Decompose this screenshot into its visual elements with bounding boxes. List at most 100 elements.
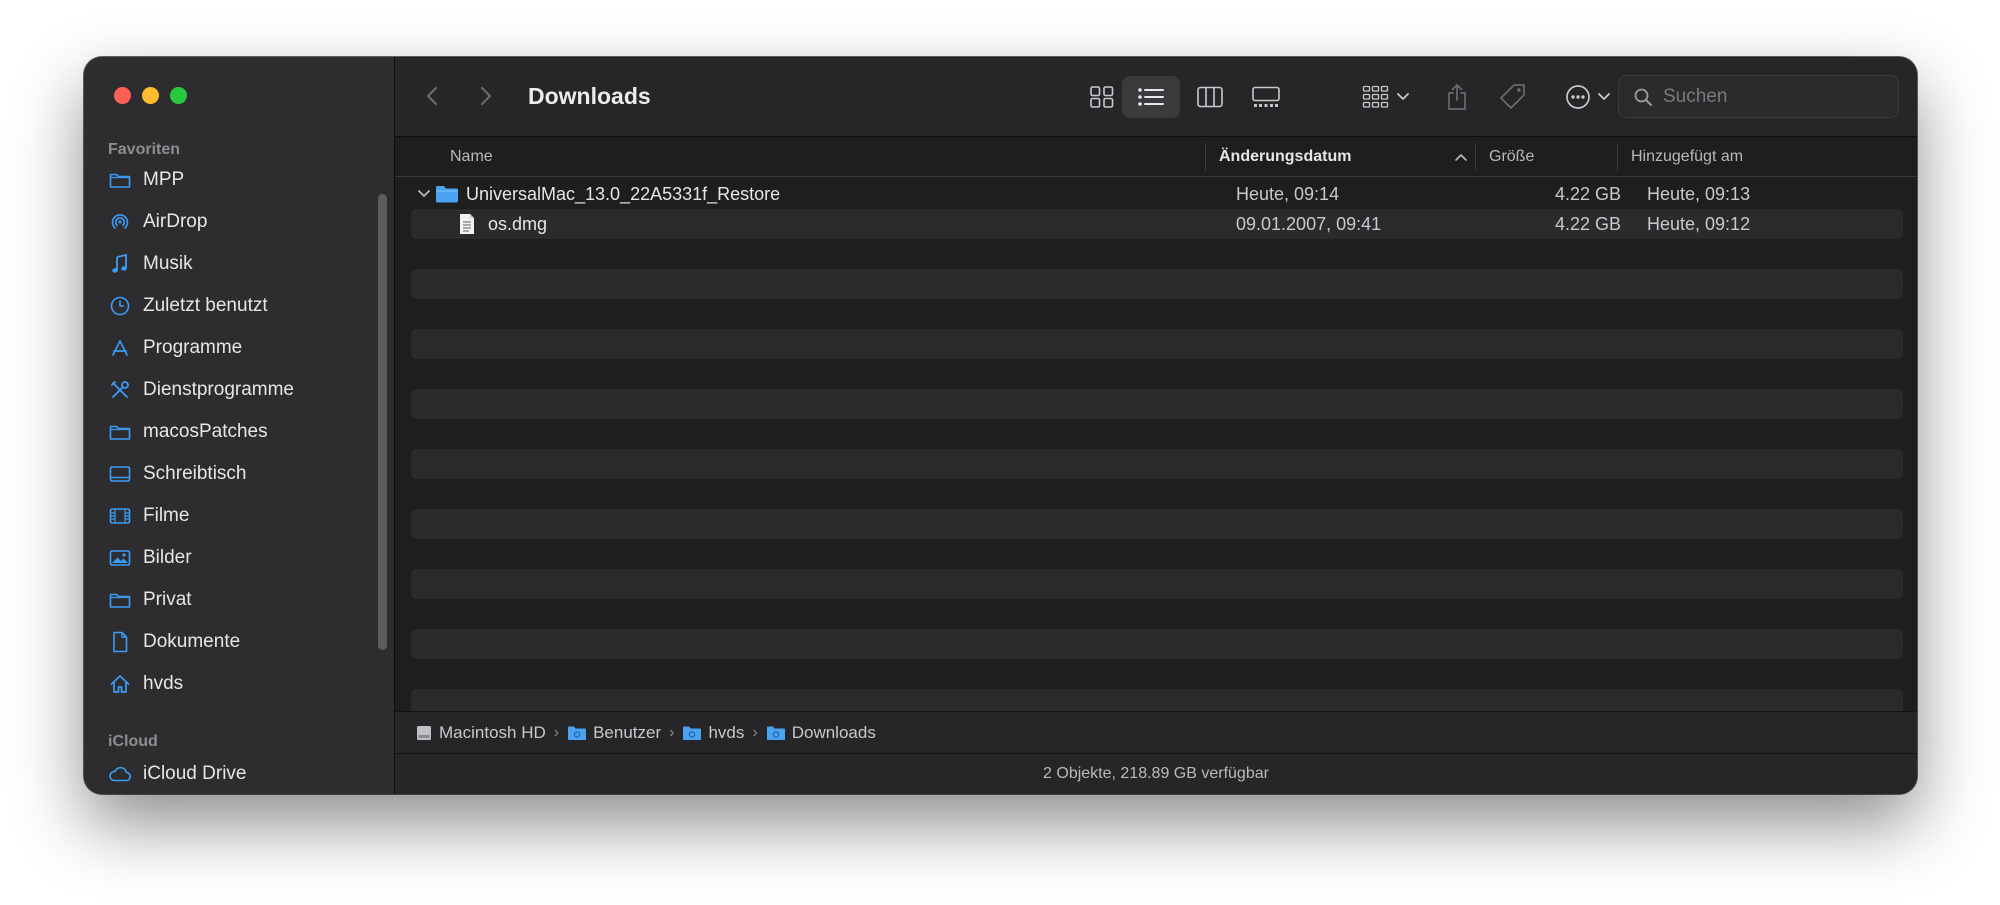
path-separator: › [669, 723, 675, 741]
tools-icon [108, 378, 132, 402]
path-crumb-downloads[interactable]: Downloads [766, 723, 876, 743]
more-actions-button[interactable] [1557, 76, 1617, 118]
tag-icon [1500, 84, 1525, 109]
sidebar-item-dokumente[interactable]: Dokumente [108, 621, 378, 663]
sidebar-item-programme[interactable]: Programme [108, 327, 378, 369]
chevron-right-icon [480, 86, 492, 106]
empty-row [411, 419, 1903, 449]
folder-icon [108, 420, 132, 444]
column-header-added[interactable]: Hinzugefügt am [1631, 137, 1743, 177]
sidebar-item-label: Musik [143, 253, 193, 274]
empty-row [411, 239, 1903, 269]
sidebar-item-label: Programme [143, 337, 243, 358]
minimize-window-button[interactable] [142, 87, 159, 104]
clock-icon [108, 294, 132, 318]
path-crumb-macintosh-hd[interactable]: Macintosh HD [415, 723, 546, 743]
sidebar-item-label: Zuletzt benutzt [143, 295, 268, 316]
share-button[interactable] [1435, 76, 1479, 118]
sidebar-item-label: iCloud Drive [143, 763, 247, 784]
file-date: Heute, 09:14 [1236, 183, 1340, 204]
empty-row [411, 389, 1903, 419]
folder-icon [766, 725, 786, 741]
sidebar-item-icloud-drive[interactable]: iCloud Drive [108, 753, 378, 794]
sidebar-item-bilder[interactable]: Bilder [108, 537, 378, 579]
column-header-date[interactable]: Änderungsdatum [1219, 137, 1351, 177]
disclosure-triangle[interactable] [417, 179, 431, 209]
path-separator: › [752, 723, 758, 741]
column-view-button[interactable] [1186, 76, 1234, 118]
apps-icon [108, 336, 132, 360]
home-icon [108, 672, 132, 696]
photo-icon [108, 546, 132, 570]
column-header-size[interactable]: Größe [1489, 137, 1534, 177]
empty-row [411, 539, 1903, 569]
group-grid-icon [1362, 85, 1389, 108]
sidebar-item-label: MPP [143, 169, 185, 190]
music-note-icon [108, 252, 132, 276]
toolbar: Downloads [395, 57, 1917, 137]
sidebar-item-airdrop[interactable]: AirDrop [108, 201, 378, 243]
icon-view-button[interactable] [1078, 76, 1126, 118]
status-bar: 2 Objekte, 218.89 GB verfügbar [395, 753, 1917, 794]
sidebar-section-favorites: Favoriten [108, 141, 181, 158]
sidebar-item-schreibtisch[interactable]: Schreibtisch [108, 453, 378, 495]
ellipsis-circle-icon [1565, 85, 1590, 109]
list-view-button[interactable] [1122, 76, 1180, 118]
path-bar: Macintosh HD › Benutzer › hvds › Downloa… [395, 711, 1917, 753]
sidebar-item-musik[interactable]: Musik [108, 243, 378, 285]
group-by-button[interactable] [1356, 76, 1416, 118]
empty-row [411, 449, 1903, 479]
tag-button[interactable] [1491, 76, 1535, 118]
path-crumb-label: hvds [708, 722, 745, 742]
sidebar-favorites-list: MPP AirDrop Musik Zuletzt benutzt Progra… [108, 159, 378, 705]
sidebar-item-macospatches[interactable]: macosPatches [108, 411, 378, 453]
sidebar-scrollbar[interactable] [378, 194, 387, 650]
file-size: 4.22 GB [1554, 183, 1621, 204]
sidebar-item-label: Filme [143, 505, 190, 526]
path-crumb-benutzer[interactable]: Benutzer [567, 723, 661, 743]
sidebar: Favoriten MPP AirDrop Musik Zuletzt benu… [84, 57, 395, 794]
gallery-icon [1252, 86, 1280, 107]
empty-row [411, 269, 1903, 299]
table-row[interactable]: UniversalMac_13.0_22A5331f_Restore Heute… [411, 179, 1903, 209]
column-divider[interactable] [1205, 143, 1206, 171]
status-text: 2 Objekte, 218.89 GB verfügbar [1043, 765, 1269, 782]
column-divider[interactable] [1475, 143, 1476, 171]
column-header-name[interactable]: Name [450, 137, 493, 177]
sidebar-item-mpp[interactable]: MPP [108, 159, 378, 201]
column-divider[interactable] [1617, 143, 1618, 171]
sidebar-item-zuletzt-benutzt[interactable]: Zuletzt benutzt [108, 285, 378, 327]
sidebar-section-icloud: iCloud [108, 733, 158, 750]
file-size: 4.22 GB [1554, 213, 1621, 234]
list-icon [1138, 88, 1164, 106]
sidebar-item-label: Dienstprogramme [143, 379, 294, 400]
sidebar-item-privat[interactable]: Privat [108, 579, 378, 621]
sidebar-item-filme[interactable]: Filme [108, 495, 378, 537]
forward-button[interactable] [471, 81, 501, 111]
sidebar-item-label: Schreibtisch [143, 463, 247, 484]
path-crumb-label: Downloads [791, 722, 876, 742]
back-button[interactable] [417, 81, 447, 111]
folder-icon [108, 588, 132, 612]
sidebar-item-label: hvds [143, 673, 184, 694]
grid-icon [1090, 86, 1114, 108]
file-added: Heute, 09:12 [1647, 213, 1751, 234]
sidebar-item-label: Dokumente [143, 631, 241, 652]
empty-row [411, 359, 1903, 389]
zoom-window-button[interactable] [170, 87, 187, 104]
sidebar-item-dienstprogramme[interactable]: Dienstprogramme [108, 369, 378, 411]
folder-icon [435, 179, 459, 209]
empty-row [411, 509, 1903, 539]
path-crumb-hvds[interactable]: hvds [682, 723, 744, 743]
finder-window: Favoriten MPP AirDrop Musik Zuletzt benu… [84, 57, 1917, 794]
share-icon [1448, 84, 1466, 110]
table-row[interactable]: os.dmg 09.01.2007, 09:41 4.22 GB Heute, … [411, 209, 1903, 239]
airdrop-icon [108, 210, 132, 234]
desktop-icon [108, 462, 132, 486]
close-window-button[interactable] [114, 87, 131, 104]
gallery-view-button[interactable] [1242, 76, 1290, 118]
path-separator: › [553, 723, 560, 741]
search-field[interactable] [1618, 75, 1899, 118]
sidebar-item-hvds[interactable]: hvds [108, 663, 378, 705]
search-input[interactable] [1663, 85, 1883, 108]
